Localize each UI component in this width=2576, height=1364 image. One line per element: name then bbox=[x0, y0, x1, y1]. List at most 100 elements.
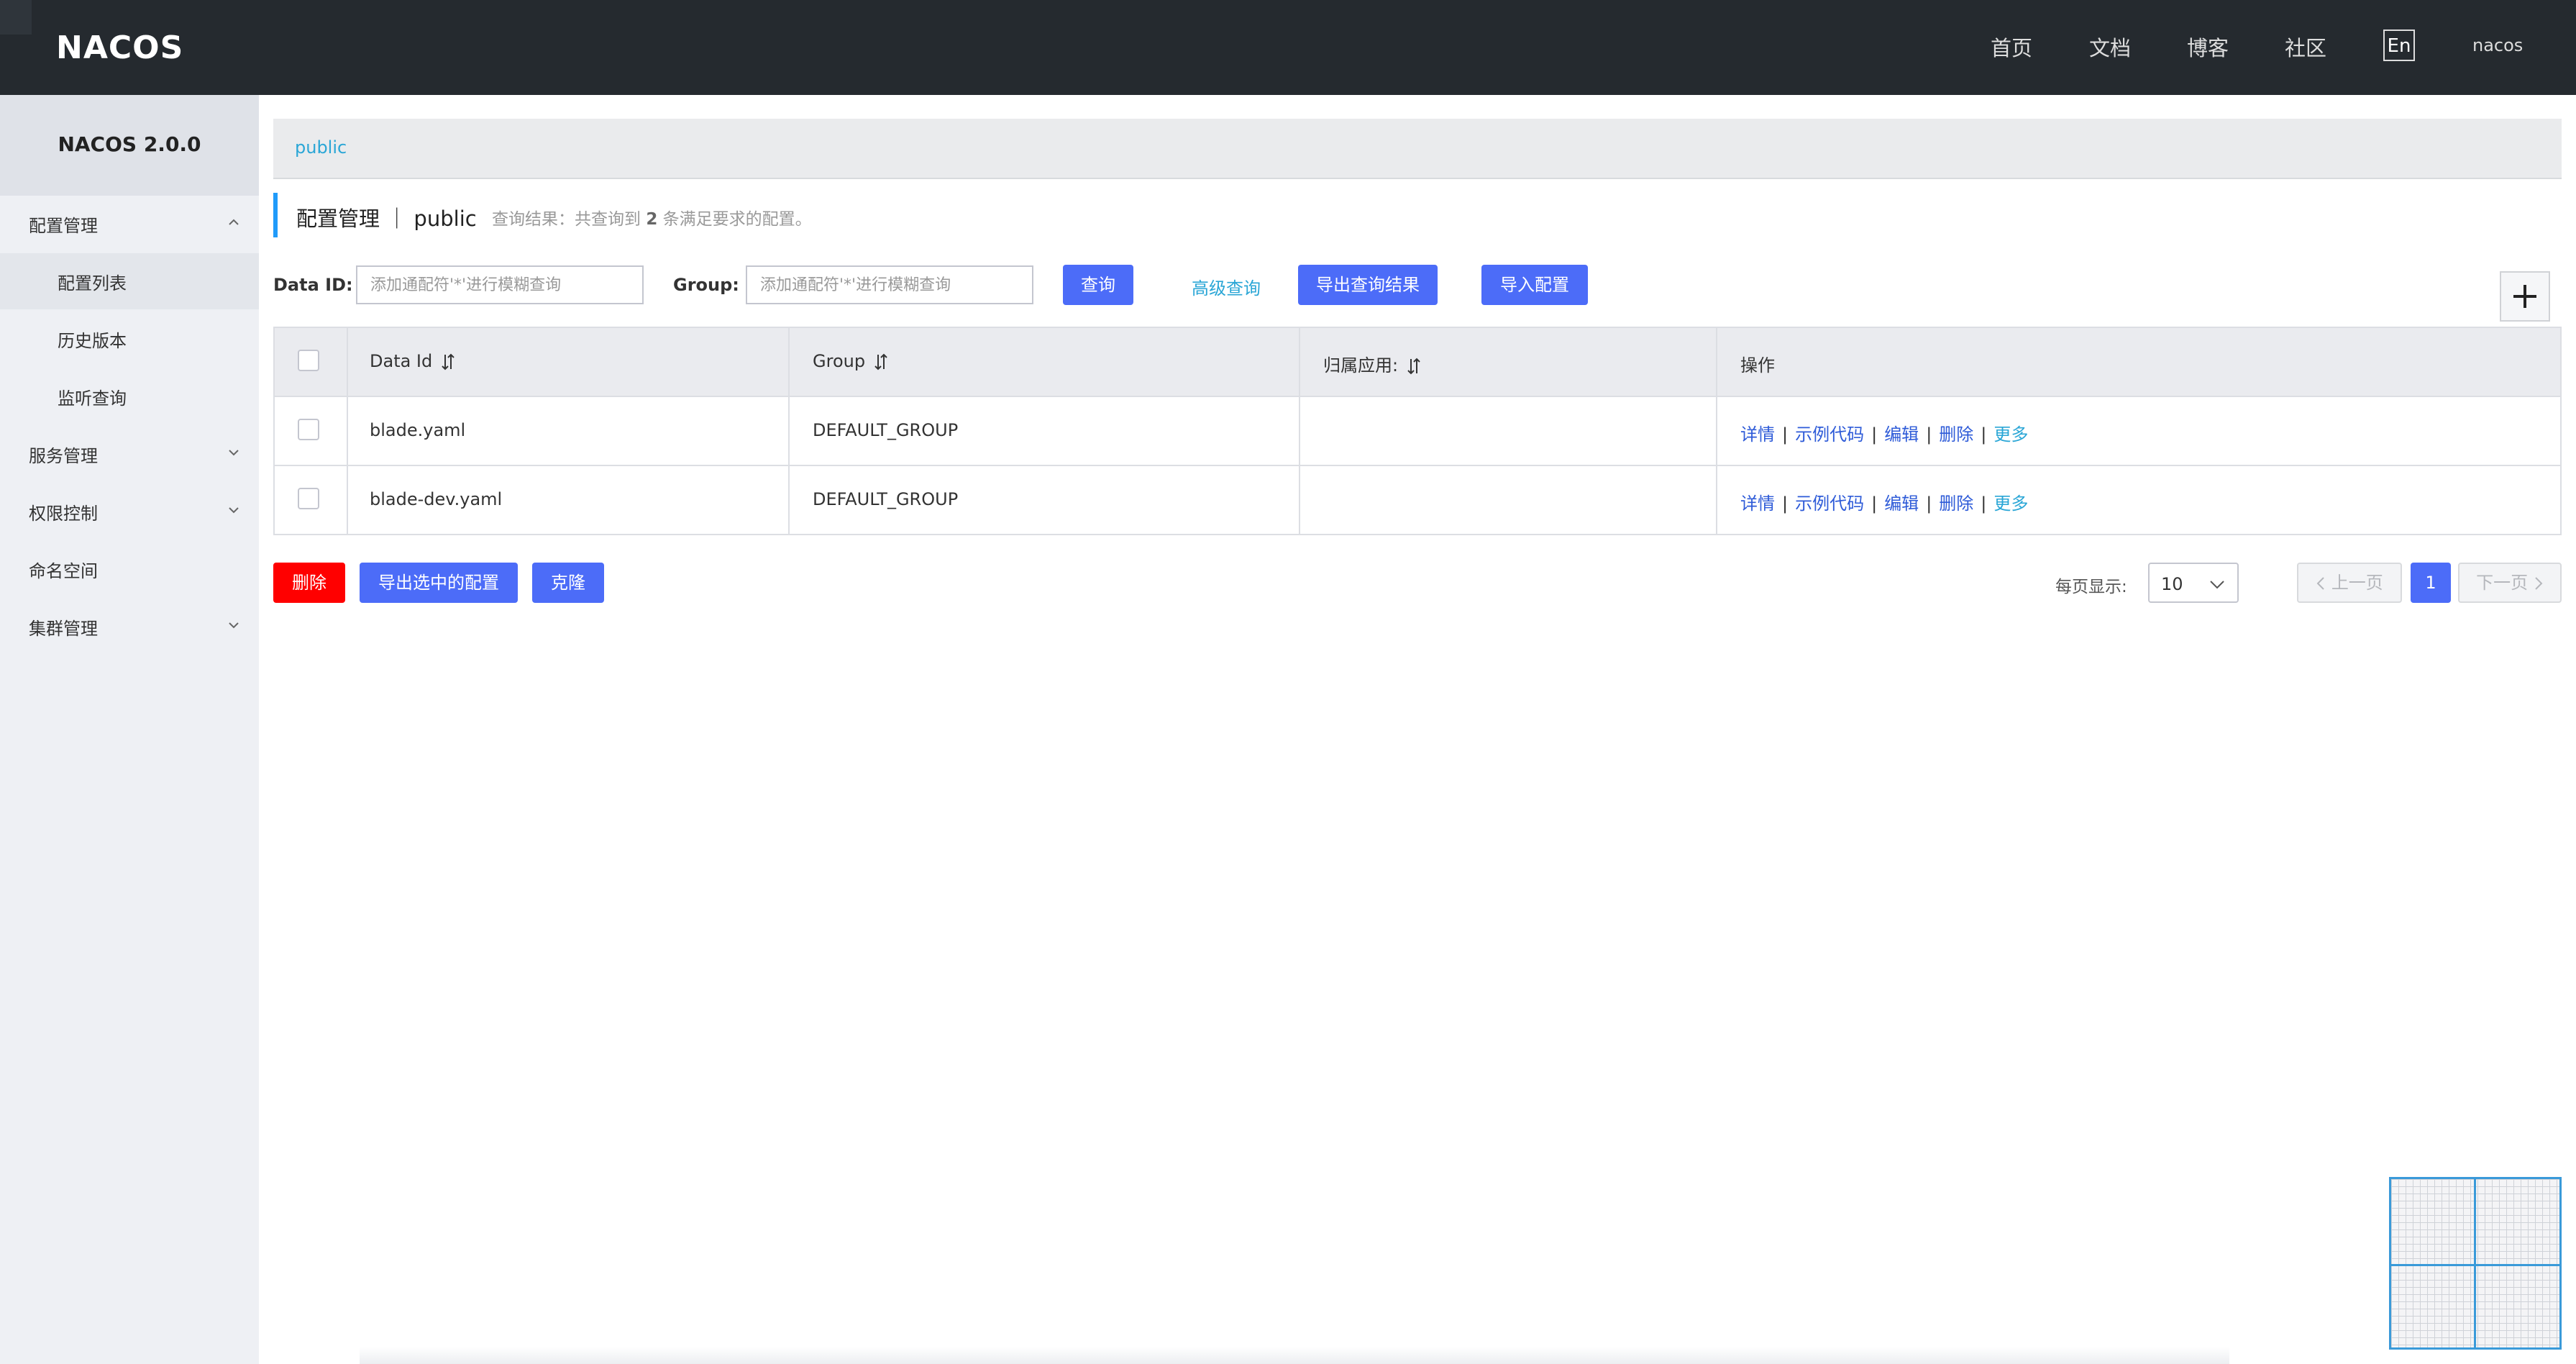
chevron-right-icon bbox=[2535, 577, 2543, 590]
row-checkbox[interactable] bbox=[298, 419, 319, 440]
group-label: Group: bbox=[673, 275, 739, 295]
op-delete-link[interactable]: 删除 bbox=[1939, 494, 1973, 514]
sidebar-item-namespace[interactable]: 命名空间 bbox=[0, 541, 259, 597]
column-divider bbox=[788, 328, 790, 534]
next-page-button[interactable]: 下一页 bbox=[2458, 563, 2562, 603]
delete-button[interactable]: 删除 bbox=[273, 563, 345, 603]
header-group[interactable]: Group bbox=[813, 351, 888, 371]
op-edit-link[interactable]: 编辑 bbox=[1884, 494, 1919, 514]
sidebar-item-label: 命名空间 bbox=[29, 561, 98, 581]
sidebar-item-config-list[interactable]: 配置列表 bbox=[0, 253, 259, 309]
language-toggle-button[interactable]: En bbox=[2383, 29, 2415, 61]
sort-icon bbox=[1407, 358, 1420, 375]
grid-overlay-widget[interactable] bbox=[2389, 1177, 2562, 1350]
cell-group: DEFAULT_GROUP bbox=[813, 489, 959, 509]
op-edit-link[interactable]: 编辑 bbox=[1884, 424, 1919, 445]
header-app-label: 归属应用: bbox=[1323, 355, 1399, 376]
corner-mark bbox=[0, 0, 32, 35]
op-detail-link[interactable]: 详情 bbox=[1740, 424, 1775, 445]
page-size-label: 每页显示: bbox=[2055, 578, 2127, 596]
sidebar: NACOS 2.0.0 配置管理 配置列表 历史版本 监听查询 服务管理 权限控… bbox=[0, 95, 259, 1364]
add-config-button[interactable] bbox=[2500, 271, 2550, 322]
chevron-left-icon bbox=[2316, 577, 2324, 590]
chevron-up-icon bbox=[229, 219, 239, 225]
op-more-link[interactable]: 更多 bbox=[1993, 494, 2028, 514]
page-size-value: 10 bbox=[2161, 574, 2183, 594]
sort-icon bbox=[874, 353, 887, 370]
op-more-link[interactable]: 更多 bbox=[1993, 424, 2028, 445]
sidebar-item-cluster-management[interactable]: 集群管理 bbox=[0, 599, 259, 655]
op-detail-link[interactable]: 详情 bbox=[1740, 494, 1775, 514]
data-id-input[interactable] bbox=[356, 265, 644, 304]
cell-data-id: blade-dev.yaml bbox=[370, 489, 503, 509]
op-sample-code-link[interactable]: 示例代码 bbox=[1795, 494, 1864, 514]
chevron-down-icon bbox=[2210, 581, 2224, 589]
version-label: NACOS 2.0.0 bbox=[58, 132, 201, 156]
clone-button[interactable]: 克隆 bbox=[532, 563, 604, 603]
namespace-bar: public bbox=[273, 119, 2562, 179]
sort-icon bbox=[442, 353, 455, 370]
op-sample-code-link[interactable]: 示例代码 bbox=[1795, 424, 1864, 445]
header-operations: 操作 bbox=[1740, 355, 1775, 376]
result-count: 2 bbox=[646, 210, 658, 229]
table-header: Data Id Group 归属应用: 操作 bbox=[275, 328, 2560, 397]
result-hint-suffix: 条满足要求的配置。 bbox=[657, 210, 812, 229]
table-row: blade-dev.yaml DEFAULT_GROUP 详情 | 示例代码 | 编辑 |… bbox=[275, 466, 2560, 535]
query-button[interactable]: 查询 bbox=[1063, 265, 1133, 305]
header-group-label: Group bbox=[813, 351, 866, 371]
next-page-label: 下一页 bbox=[2476, 573, 2529, 593]
prev-page-button[interactable]: 上一页 bbox=[2297, 563, 2402, 603]
page-size-select[interactable]: 10 bbox=[2148, 563, 2239, 603]
nav-docs[interactable]: 文档 bbox=[2089, 32, 2131, 62]
header-data-id-label: Data Id bbox=[370, 351, 433, 371]
prev-page-label: 上一页 bbox=[2331, 573, 2383, 593]
user-menu[interactable]: nacos bbox=[2472, 35, 2523, 55]
select-all-checkbox[interactable] bbox=[298, 350, 319, 371]
sidebar-item-label: 监听查询 bbox=[58, 388, 127, 409]
sidebar-item-listener-query[interactable]: 监听查询 bbox=[0, 368, 259, 424]
nav-blog[interactable]: 博客 bbox=[2187, 32, 2229, 62]
column-divider bbox=[347, 328, 348, 534]
config-table: Data Id Group 归属应用: 操作 blade.yaml DEFAUL… bbox=[273, 327, 2562, 535]
cell-group: DEFAULT_GROUP bbox=[813, 420, 959, 440]
sidebar-header: NACOS 2.0.0 bbox=[0, 95, 259, 196]
sidebar-item-service-management[interactable]: 服务管理 bbox=[0, 426, 259, 482]
data-id-label: Data ID: bbox=[273, 275, 353, 295]
column-divider bbox=[1716, 328, 1717, 534]
export-selected-button[interactable]: 导出选中的配置 bbox=[360, 563, 518, 603]
sidebar-item-label: 配置列表 bbox=[58, 273, 127, 294]
sidebar-item-label: 配置管理 bbox=[29, 216, 98, 236]
header-app[interactable]: 归属应用: bbox=[1323, 351, 1421, 376]
export-results-button[interactable]: 导出查询结果 bbox=[1298, 265, 1438, 305]
cell-data-id: blade.yaml bbox=[370, 420, 466, 440]
nav-home[interactable]: 首页 bbox=[1991, 32, 2032, 62]
sidebar-item-access-control[interactable]: 权限控制 bbox=[0, 483, 259, 540]
logo-text: NACOS bbox=[56, 29, 184, 66]
page-title: 配置管理 ｜ public bbox=[296, 206, 477, 231]
chevron-down-icon bbox=[229, 507, 239, 514]
query-result-hint: 查询结果：共查询到 2 条满足要求的配置。 bbox=[492, 205, 812, 229]
group-input[interactable] bbox=[746, 265, 1033, 304]
nav-community[interactable]: 社区 bbox=[2285, 32, 2326, 62]
sidebar-item-label: 集群管理 bbox=[29, 619, 98, 639]
row-operations: 详情 | 示例代码 | 编辑 | 删除 | 更多 bbox=[1740, 494, 2029, 514]
page-title-block: 配置管理 ｜ public bbox=[273, 193, 477, 237]
table-row: blade.yaml DEFAULT_GROUP 详情 | 示例代码 | 编辑 | 删除 | 更… bbox=[275, 397, 2560, 466]
header-data-id[interactable]: Data Id bbox=[370, 351, 455, 371]
sidebar-item-history[interactable]: 历史版本 bbox=[0, 311, 259, 367]
result-hint-prefix: 查询结果：共查询到 bbox=[492, 210, 647, 229]
sidebar-item-config-management[interactable]: 配置管理 bbox=[0, 196, 259, 252]
row-checkbox[interactable] bbox=[298, 488, 319, 509]
sidebar-item-label: 服务管理 bbox=[29, 446, 98, 466]
namespace-link-public[interactable]: public bbox=[295, 137, 347, 158]
plus-icon bbox=[2513, 285, 2536, 308]
chevron-down-icon bbox=[229, 622, 239, 629]
op-delete-link[interactable]: 删除 bbox=[1939, 424, 1973, 445]
nacos-logo[interactable]: NACOS bbox=[56, 27, 183, 68]
row-operations: 详情 | 示例代码 | 编辑 | 删除 | 更多 bbox=[1740, 424, 2029, 445]
chevron-down-icon bbox=[229, 450, 239, 456]
import-config-button[interactable]: 导入配置 bbox=[1481, 265, 1588, 305]
bottom-shadow bbox=[360, 1347, 2229, 1364]
page-1-button[interactable]: 1 bbox=[2411, 563, 2451, 603]
advanced-query-link[interactable]: 高级查询 bbox=[1192, 274, 1261, 299]
